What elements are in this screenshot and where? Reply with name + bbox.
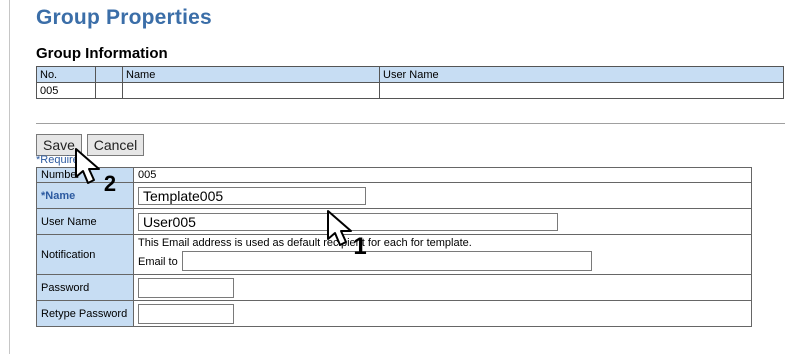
email-row: Email to	[138, 250, 747, 273]
column-header-user-name: User Name	[379, 66, 784, 83]
cell-name	[122, 82, 380, 99]
page-left-border	[9, 0, 10, 354]
table-row: 005	[36, 82, 784, 99]
password-input[interactable]	[138, 277, 234, 298]
form-row-number: Number 005	[36, 167, 752, 183]
password-label: Password	[36, 274, 134, 301]
name-value-cell	[133, 182, 752, 209]
notification-label: Notification	[36, 234, 134, 275]
group-info-table: No. Name User Name 005	[36, 66, 784, 99]
column-header-name: Name	[122, 66, 380, 83]
group-info-header-row: No. Name User Name	[36, 66, 784, 83]
retype-password-value-cell	[133, 300, 752, 327]
form-row-notification: Notification This Email address is used …	[36, 234, 752, 275]
number-value: 005	[133, 167, 752, 183]
column-header-blank	[95, 66, 123, 83]
cell-blank	[95, 82, 123, 99]
form-row-name: *Name	[36, 182, 752, 209]
form-row-user-name: User Name	[36, 208, 752, 235]
retype-password-input[interactable]	[138, 303, 234, 324]
name-input[interactable]	[138, 186, 366, 205]
step-1-label: 1	[353, 233, 366, 258]
column-header-no: No.	[36, 66, 96, 83]
notification-value-cell: This Email address is used as default re…	[133, 234, 752, 275]
divider	[36, 123, 785, 124]
group-properties-form: Number 005 *Name User Name Notification …	[36, 167, 752, 327]
step-2-label: 2	[104, 171, 116, 196]
user-name-value-cell	[133, 208, 752, 235]
user-name-label: User Name	[36, 208, 134, 235]
notification-note: This Email address is used as default re…	[138, 237, 472, 249]
cursor-step-1-icon: 1	[327, 210, 367, 258]
page-title: Group Properties	[36, 6, 212, 29]
email-to-input[interactable]	[181, 251, 592, 271]
password-value-cell	[133, 274, 752, 301]
cell-no: 005	[36, 82, 96, 99]
form-row-password: Password	[36, 274, 752, 301]
form-row-retype-password: Retype Password	[36, 300, 752, 327]
cell-user-name	[379, 82, 784, 99]
section-title-group-information: Group Information	[36, 45, 168, 62]
email-to-label: Email to	[138, 255, 178, 268]
retype-password-label: Retype Password	[36, 300, 134, 327]
cursor-step-2-icon: 2	[75, 148, 116, 196]
